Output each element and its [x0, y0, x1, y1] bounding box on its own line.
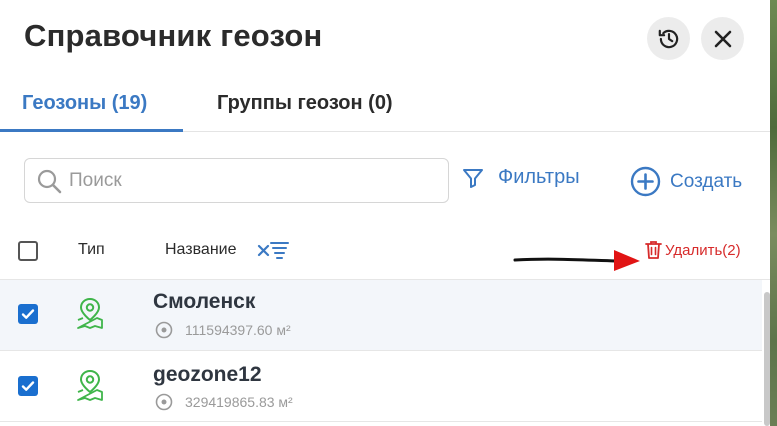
- checkmark-icon: [21, 381, 35, 391]
- filters-label: Фильтры: [498, 166, 580, 188]
- history-icon: [658, 29, 678, 48]
- annotation-arrow: [513, 250, 640, 271]
- row-checkbox[interactable]: [18, 376, 38, 396]
- delete-label: Удалить(2): [665, 241, 741, 259]
- geozone-area: 111594397.60 м²: [155, 321, 291, 339]
- active-tab-indicator: [0, 129, 183, 132]
- column-header-type: Тип: [78, 241, 105, 258]
- search-icon: [35, 167, 63, 195]
- history-button[interactable]: [647, 17, 690, 60]
- area-icon: [155, 321, 173, 339]
- page-title: Справочник геозон: [24, 18, 323, 53]
- row-checkbox[interactable]: [18, 304, 38, 324]
- plus-circle-icon: [630, 166, 661, 197]
- create-label: Создать: [670, 170, 743, 192]
- column-header-name: Название: [165, 241, 237, 258]
- geozone-icon: [77, 369, 103, 401]
- create-button[interactable]: Создать: [630, 166, 742, 197]
- tab-geozone-groups[interactable]: Группы геозон (0): [217, 92, 393, 115]
- close-button[interactable]: [701, 17, 744, 60]
- geozone-name[interactable]: geozone12: [153, 363, 262, 387]
- table-row[interactable]: geozone12 329419865.83 м²: [0, 351, 762, 422]
- delete-button[interactable]: Удалить(2): [645, 240, 741, 260]
- map-background-strip: [770, 0, 777, 426]
- area-value: 111594397.60 м²: [185, 322, 291, 338]
- geozone-icon: [77, 297, 103, 329]
- filter-icon: [463, 168, 483, 188]
- area-icon: [155, 393, 173, 411]
- close-icon: [714, 30, 731, 47]
- area-value: 329419865.83 м²: [185, 394, 293, 410]
- geozone-area: 329419865.83 м²: [155, 393, 293, 411]
- select-all-checkbox[interactable]: [18, 241, 38, 261]
- filters-button[interactable]: Фильтры: [462, 166, 580, 189]
- sort-button[interactable]: [256, 238, 290, 269]
- search-input[interactable]: [69, 169, 429, 192]
- geozone-name[interactable]: Смоленск: [153, 290, 255, 314]
- geozones-panel: Справочник геозон Геозоны (19) Группы ге…: [0, 0, 770, 426]
- search-box[interactable]: [24, 158, 449, 203]
- row-divider: [0, 421, 762, 422]
- table-row[interactable]: Смоленск 111594397.60 м²: [0, 280, 762, 351]
- scrollbar[interactable]: [764, 292, 770, 426]
- tab-geozones[interactable]: Геозоны (19): [22, 92, 147, 115]
- sort-clear-icon: [257, 242, 289, 259]
- trash-icon: [645, 241, 662, 259]
- checkmark-icon: [21, 309, 35, 319]
